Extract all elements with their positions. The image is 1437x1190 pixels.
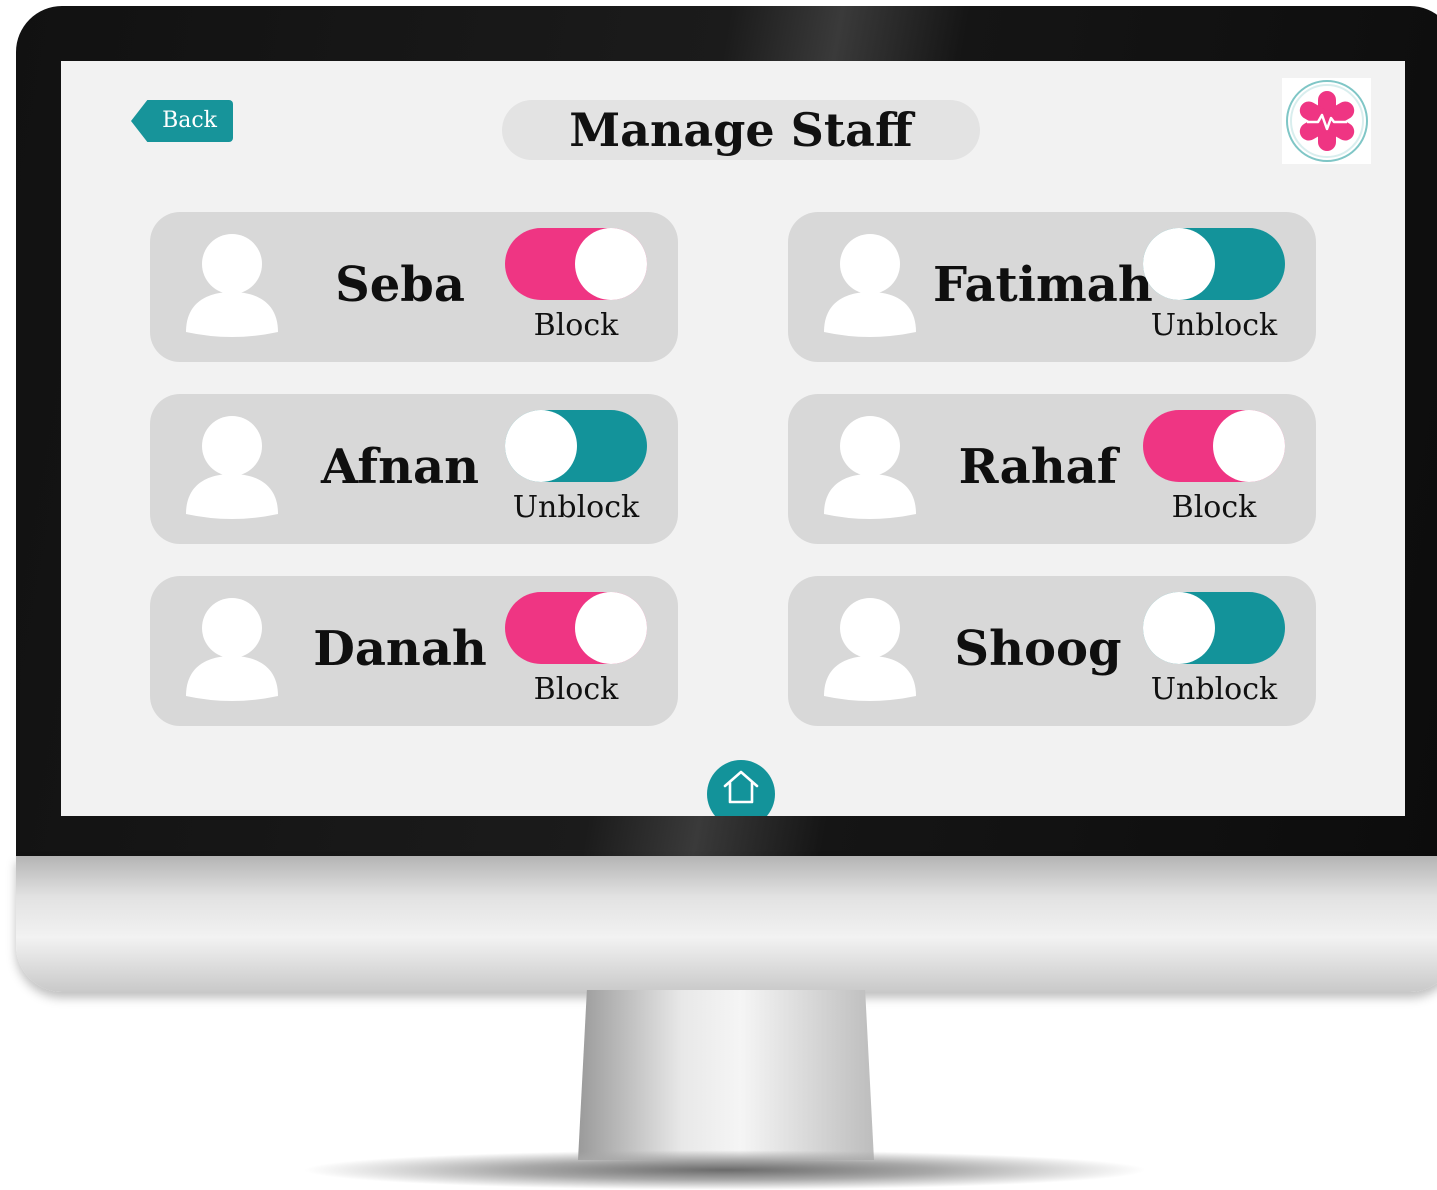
- user-avatar-icon: [186, 234, 278, 337]
- block-toggle[interactable]: [505, 592, 647, 664]
- staff-name: Seba: [335, 257, 465, 313]
- staff-card-shoog: Shoog Unblock: [788, 576, 1316, 726]
- toggle-state-label: Unblock: [1150, 672, 1278, 707]
- staff-card-fatimah: Fatimah Unblock: [788, 212, 1316, 362]
- monitor-stand: [578, 990, 874, 1160]
- medical-star-heartbeat-icon: [1285, 80, 1368, 162]
- user-avatar-icon: [186, 416, 278, 519]
- toggle-state-label: Block: [1171, 490, 1257, 525]
- toggle-knob: [575, 228, 647, 300]
- staff-card-afnan: Afnan Unblock: [150, 394, 678, 544]
- user-avatar-icon: [824, 416, 916, 519]
- app-logo: [1282, 78, 1371, 164]
- home-button[interactable]: [707, 760, 775, 816]
- block-toggle[interactable]: [505, 228, 647, 300]
- monitor-chin: [16, 856, 1437, 992]
- toggle-state-label: Block: [533, 672, 619, 707]
- staff-card-seba: Seba Block: [150, 212, 678, 362]
- page-title: Manage Staff: [502, 100, 980, 160]
- staff-name: Afnan: [321, 439, 479, 495]
- user-avatar-icon: [824, 598, 916, 701]
- staff-name: Rahaf: [958, 439, 1118, 495]
- user-avatar-icon: [824, 234, 916, 337]
- toggle-knob: [1213, 410, 1285, 482]
- unblock-toggle[interactable]: [505, 410, 647, 482]
- monitor-base: [300, 1150, 1150, 1190]
- toggle-knob: [575, 592, 647, 664]
- user-avatar-icon: [186, 598, 278, 701]
- app-screen: Back Manage Staff Seba Block Fatimah Unb…: [61, 61, 1405, 816]
- home-icon: [723, 770, 759, 804]
- toggle-knob: [1143, 228, 1215, 300]
- toggle-knob: [505, 410, 577, 482]
- unblock-toggle[interactable]: [1143, 592, 1285, 664]
- staff-name: Danah: [313, 621, 487, 677]
- block-toggle[interactable]: [1143, 410, 1285, 482]
- staff-card-rahaf: Rahaf Block: [788, 394, 1316, 544]
- back-button[interactable]: Back: [131, 100, 233, 142]
- toggle-state-label: Block: [533, 308, 619, 343]
- staff-name: Fatimah: [933, 257, 1153, 313]
- toggle-knob: [1143, 592, 1215, 664]
- staff-card-danah: Danah Block: [150, 576, 678, 726]
- staff-name: Shoog: [954, 621, 1122, 677]
- toggle-state-label: Unblock: [1150, 308, 1278, 343]
- toggle-state-label: Unblock: [512, 490, 640, 525]
- unblock-toggle[interactable]: [1143, 228, 1285, 300]
